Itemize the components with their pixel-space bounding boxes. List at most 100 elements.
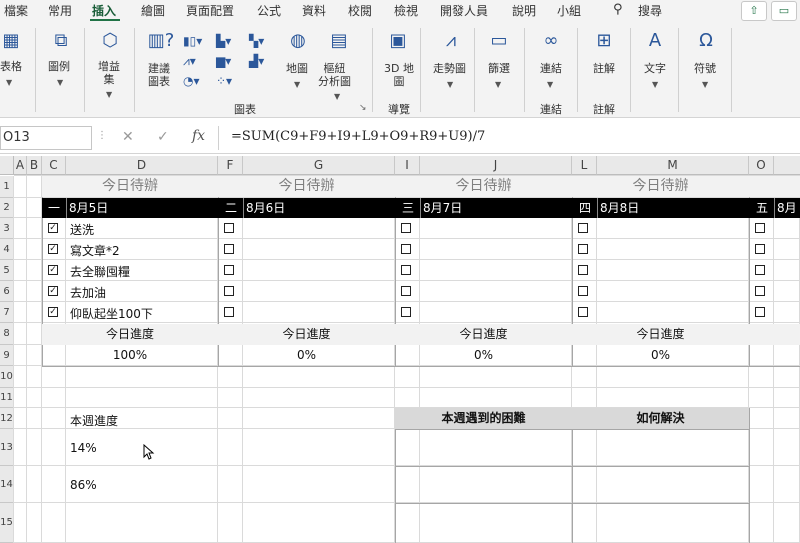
3d-map-button[interactable]: 3D 地 圖 bbox=[384, 62, 414, 88]
menu-page-layout[interactable]: 頁面配置 bbox=[186, 2, 234, 19]
task-checkbox[interactable] bbox=[578, 265, 588, 275]
progress-value[interactable]: 0% bbox=[218, 345, 395, 366]
line-chart-icon[interactable]: ⩘▾ bbox=[183, 54, 196, 68]
task-checkbox[interactable] bbox=[401, 286, 411, 296]
task-text[interactable]: 仰臥起坐100下 bbox=[70, 305, 153, 322]
task-checkbox[interactable] bbox=[755, 307, 765, 317]
link-button[interactable]: 連結 bbox=[540, 62, 562, 75]
task-checkbox[interactable] bbox=[401, 265, 411, 275]
chevron-down-icon[interactable]: ▼ bbox=[702, 80, 708, 89]
chevron-down-icon[interactable]: ▼ bbox=[334, 92, 340, 101]
task-checkbox[interactable] bbox=[755, 223, 765, 233]
col-header-o[interactable]: O bbox=[749, 156, 774, 175]
col-header-f[interactable]: F bbox=[218, 156, 243, 175]
waterfall-chart-icon[interactable]: ▚▾ bbox=[249, 34, 264, 48]
task-checkbox[interactable] bbox=[224, 223, 234, 233]
difficulty-header[interactable]: 本週遇到的困難 bbox=[395, 408, 572, 429]
col-header-p[interactable] bbox=[774, 156, 800, 175]
row-header[interactable]: 12 bbox=[0, 408, 14, 429]
chevron-down-icon[interactable]: ▼ bbox=[106, 90, 112, 99]
chevron-down-icon[interactable]: ▼ bbox=[6, 78, 12, 87]
col-header-g[interactable]: G bbox=[243, 156, 395, 175]
progress-value[interactable]: 0% bbox=[572, 345, 749, 366]
menu-developer[interactable]: 開發人員 bbox=[440, 2, 488, 19]
row-header[interactable]: 14 bbox=[0, 466, 14, 503]
task-checkbox[interactable]: ✓ bbox=[48, 286, 58, 296]
task-checkbox[interactable] bbox=[401, 244, 411, 254]
task-text[interactable]: 送洗 bbox=[70, 221, 94, 238]
menu-formulas[interactable]: 公式 bbox=[257, 2, 281, 19]
menu-draw[interactable]: 繪圖 bbox=[141, 2, 165, 19]
menu-help[interactable]: 說明 bbox=[512, 2, 536, 19]
function-icon[interactable]: fx bbox=[192, 128, 205, 144]
task-text[interactable]: 寫文章*2 bbox=[70, 242, 120, 259]
row-header[interactable]: 4 bbox=[0, 239, 14, 260]
menu-search[interactable]: 搜尋 bbox=[638, 2, 662, 19]
chevron-down-icon[interactable]: ▼ bbox=[495, 80, 501, 89]
col-header-i[interactable]: I bbox=[395, 156, 420, 175]
col-header-b[interactable]: B bbox=[27, 156, 42, 175]
progress-value[interactable] bbox=[749, 345, 800, 366]
hierarchy-chart-icon[interactable]: ▙▾ bbox=[216, 34, 231, 48]
row-header[interactable]: 15 bbox=[0, 503, 14, 543]
col-header-d[interactable]: D bbox=[66, 156, 218, 175]
row-header[interactable]: 5 bbox=[0, 260, 14, 281]
combo-chart-icon[interactable]: ▟▾ bbox=[249, 54, 264, 68]
task-checkbox[interactable] bbox=[578, 286, 588, 296]
menu-insert[interactable]: 插入 bbox=[92, 2, 116, 19]
recommended-charts-button[interactable]: 建議 圖表 bbox=[148, 62, 170, 88]
task-checkbox[interactable] bbox=[578, 244, 588, 254]
task-checkbox[interactable] bbox=[401, 223, 411, 233]
addins-button[interactable]: 增益 集 bbox=[98, 60, 120, 86]
row-header[interactable]: 9 bbox=[0, 345, 14, 366]
row-header[interactable]: 8 bbox=[0, 323, 14, 345]
scatter-chart-icon[interactable]: ⁘▾ bbox=[216, 74, 232, 88]
col-header-l[interactable]: L bbox=[572, 156, 597, 175]
solution-header[interactable]: 如何解決 bbox=[572, 408, 749, 429]
row-header[interactable]: 11 bbox=[0, 388, 14, 408]
menu-review[interactable]: 校閱 bbox=[348, 2, 372, 19]
task-checkbox[interactable] bbox=[224, 307, 234, 317]
share-icon[interactable]: ⇧ bbox=[741, 1, 767, 21]
maps-button[interactable]: 地圖 bbox=[286, 62, 308, 75]
menu-file[interactable]: 檔案 bbox=[4, 2, 28, 19]
menu-team[interactable]: 小組 bbox=[557, 2, 581, 19]
weekly-remaining-value[interactable]: 86% bbox=[70, 478, 97, 492]
task-checkbox[interactable]: ✓ bbox=[48, 244, 58, 254]
col-header-m[interactable]: M bbox=[597, 156, 749, 175]
task-checkbox[interactable] bbox=[755, 286, 765, 296]
formula-input[interactable]: =SUM(C9+F9+I9+L9+O9+R9+U9)/7 bbox=[231, 129, 485, 144]
col-header-j[interactable]: J bbox=[420, 156, 572, 175]
chevron-down-icon[interactable]: ▼ bbox=[57, 78, 63, 87]
chevron-down-icon[interactable]: ▼ bbox=[294, 80, 300, 89]
col-header-c[interactable]: C bbox=[42, 156, 66, 175]
menu-view[interactable]: 檢視 bbox=[394, 2, 418, 19]
menu-data[interactable]: 資料 bbox=[302, 2, 326, 19]
illustrations-button[interactable]: 圖例 bbox=[48, 60, 70, 73]
search-icon[interactable]: ⚲ bbox=[613, 2, 623, 17]
row-header[interactable]: 7 bbox=[0, 302, 14, 323]
row-header[interactable]: 13 bbox=[0, 429, 14, 466]
text-button[interactable]: 文字 bbox=[644, 62, 666, 75]
row-header[interactable]: 6 bbox=[0, 281, 14, 302]
chevron-down-icon[interactable]: ▼ bbox=[652, 80, 658, 89]
task-checkbox[interactable] bbox=[224, 265, 234, 275]
dialog-launcher-icon[interactable]: ↘ bbox=[359, 101, 367, 115]
cancel-icon[interactable]: ✕ bbox=[122, 129, 134, 145]
task-checkbox[interactable] bbox=[755, 265, 765, 275]
progress-value[interactable]: 0% bbox=[395, 345, 572, 366]
statistic-chart-icon[interactable]: ▆▾ bbox=[216, 54, 231, 68]
task-checkbox[interactable] bbox=[224, 244, 234, 254]
weekly-progress-value[interactable]: 14% bbox=[70, 441, 97, 455]
progress-value[interactable]: 100% bbox=[42, 345, 218, 366]
enter-icon[interactable]: ✓ bbox=[157, 129, 169, 145]
pie-chart-icon[interactable]: ◔▾ bbox=[183, 74, 200, 88]
comments-icon[interactable]: ▭ bbox=[771, 1, 797, 21]
menu-home[interactable]: 常用 bbox=[48, 2, 72, 19]
task-checkbox[interactable] bbox=[578, 223, 588, 233]
task-text[interactable]: 去全聯囤糧 bbox=[70, 263, 130, 280]
comment-button[interactable]: 註解 bbox=[593, 62, 615, 75]
col-header-a[interactable]: A bbox=[14, 156, 27, 175]
weekly-progress-label[interactable]: 本週進度 bbox=[70, 412, 118, 429]
table-button[interactable]: 表格 bbox=[0, 60, 22, 73]
